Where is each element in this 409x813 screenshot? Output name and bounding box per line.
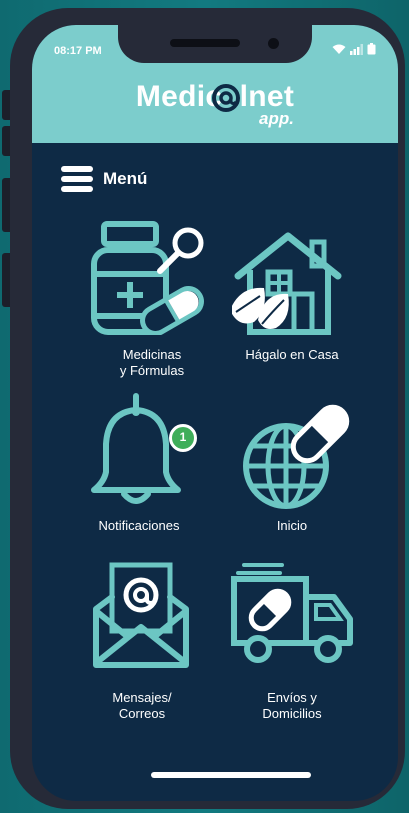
tile-label-inicio: Inicio: [276, 518, 308, 533]
hamburger-icon: [61, 166, 93, 192]
notification-badge-count: 1: [179, 430, 187, 444]
volume-button: [2, 253, 10, 307]
delivery-truck-icon: [231, 563, 353, 663]
notch: [118, 25, 312, 63]
logo-sub: app.: [259, 109, 294, 128]
tile-label-envios-domicilios: Envíos y Domicilios: [262, 690, 322, 721]
side-button: [2, 90, 10, 120]
tile-label-notificaciones: Notificaciones: [98, 518, 180, 533]
side-button: [2, 126, 10, 156]
tile-mensajes-correos[interactable]: Mensajes/ Correos: [62, 555, 212, 721]
tile-notificaciones[interactable]: 1 Notificaciones: [62, 390, 212, 540]
app-header: 08:17 PM Medic lnet app.: [32, 25, 398, 143]
camera: [268, 38, 279, 49]
wifi-icon: [332, 44, 346, 54]
speaker: [170, 39, 240, 47]
globe-icon: [243, 404, 350, 509]
menu-button[interactable]: Menú: [61, 165, 147, 193]
tile-inicio[interactable]: Inicio: [222, 390, 372, 540]
tile-label-hagalo-en-casa: Hágalo en Casa: [245, 347, 339, 362]
tile-label-mensajes-correos: Mensajes/ Correos: [112, 690, 172, 721]
signal-icon: [350, 43, 363, 55]
phone-frame: 08:17 PM Medic lnet app. Menú Medicinas …: [2, 8, 405, 809]
logo-at-icon: [212, 84, 240, 112]
tile-label-medicinas: Medicinas y Fórmulas: [119, 347, 185, 378]
house-icon: [232, 232, 342, 335]
tile-medicinas[interactable]: Medicinas y Fórmulas: [62, 220, 212, 385]
volume-button: [2, 178, 10, 232]
medicine-bottle-icon: [91, 221, 204, 335]
status-time: 08:17 PM: [54, 45, 102, 57]
home-indicator[interactable]: [151, 772, 311, 778]
tile-hagalo-en-casa[interactable]: Hágalo en Casa: [222, 220, 372, 385]
screen: 08:17 PM Medic lnet app. Menú Medicinas …: [32, 25, 398, 801]
mail-icon: [93, 562, 189, 668]
tile-envios-domicilios[interactable]: Envíos y Domicilios: [222, 555, 372, 721]
battery-icon: [367, 43, 376, 55]
menu-label: Menú: [103, 169, 148, 188]
status-icons: [332, 43, 376, 55]
